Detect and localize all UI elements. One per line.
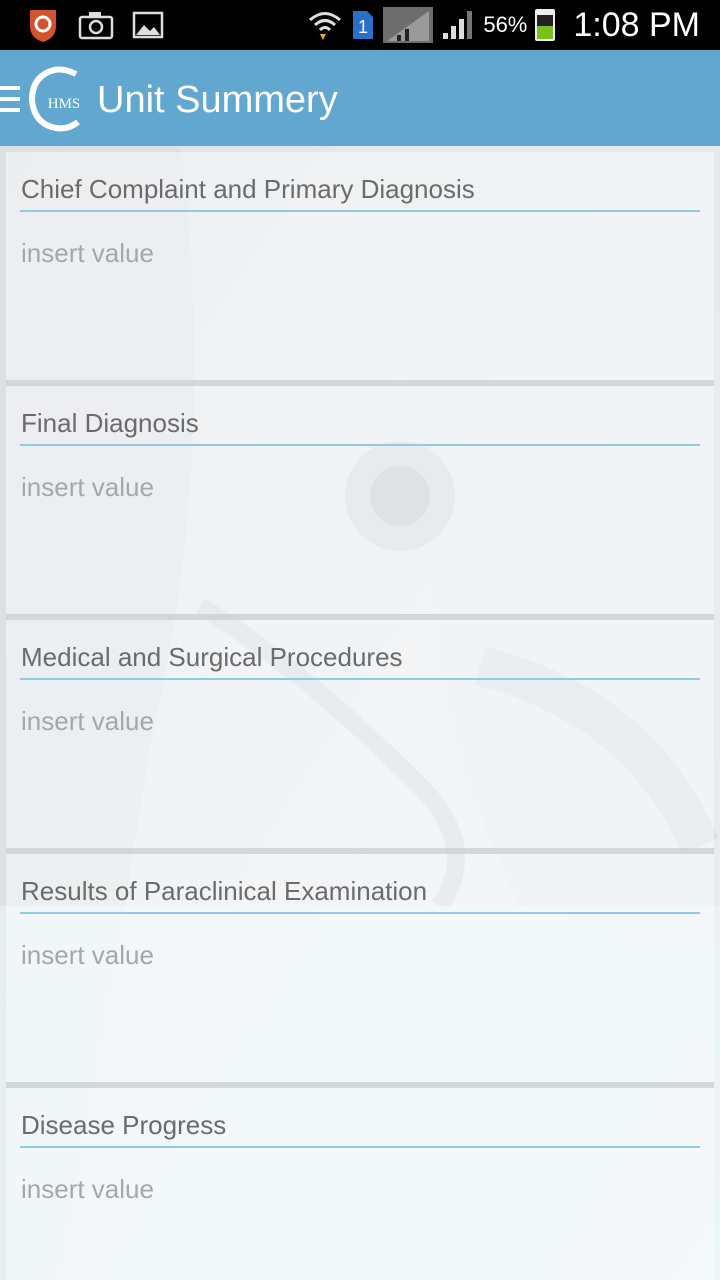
section-divider bbox=[20, 678, 700, 680]
app-logo-text: HMS bbox=[48, 96, 81, 112]
status-bar-left-icons bbox=[26, 6, 164, 44]
battery-percent: 56% bbox=[483, 12, 528, 37]
shield-app-icon bbox=[30, 10, 56, 42]
signal-icon bbox=[443, 11, 473, 39]
section-divider bbox=[20, 1146, 700, 1148]
battery-icon bbox=[535, 9, 556, 41]
camera-icon bbox=[78, 12, 114, 40]
section-divider bbox=[20, 210, 700, 212]
sim-1-icon: 1 bbox=[353, 11, 374, 39]
clock: 1:08 PM bbox=[573, 5, 700, 44]
section-card: Final Diagnosis insert value bbox=[6, 386, 714, 620]
page-title: Unit Summery bbox=[97, 79, 338, 121]
section-label: Medical and Surgical Procedures bbox=[21, 642, 403, 672]
section-divider bbox=[20, 912, 700, 914]
svg-text:1: 1 bbox=[358, 17, 368, 37]
section-input[interactable]: insert value bbox=[21, 940, 154, 971]
wifi-icon bbox=[309, 12, 342, 40]
status-bar-right-icons: 1 56% 1:08 PM bbox=[307, 4, 700, 46]
section-card: Disease Progress insert value bbox=[6, 1088, 714, 1280]
section-card: Medical and Surgical Procedures insert v… bbox=[6, 620, 714, 854]
image-icon bbox=[132, 11, 164, 39]
section-input[interactable]: insert value bbox=[21, 1174, 154, 1205]
menu-icon[interactable] bbox=[0, 86, 20, 112]
content-area: Chief Complaint and Primary Diagnosis in… bbox=[0, 146, 720, 1280]
app-logo[interactable]: HMS bbox=[24, 64, 92, 132]
section-input[interactable]: insert value bbox=[21, 706, 154, 737]
battery-level bbox=[537, 25, 554, 39]
status-bar: 1 56% 1:08 PM bbox=[0, 0, 720, 50]
section-card: Results of Paraclinical Examination inse… bbox=[6, 854, 714, 1088]
section-card: Chief Complaint and Primary Diagnosis in… bbox=[6, 152, 714, 386]
section-input[interactable]: insert value bbox=[21, 472, 154, 503]
section-label: Results of Paraclinical Examination bbox=[21, 876, 428, 906]
section-label: Final Diagnosis bbox=[21, 408, 199, 438]
section-divider bbox=[20, 444, 700, 446]
app-bar: HMS Unit Summery bbox=[0, 50, 720, 146]
section-input[interactable]: insert value bbox=[21, 238, 154, 269]
section-label: Chief Complaint and Primary Diagnosis bbox=[21, 174, 475, 204]
section-label: Disease Progress bbox=[21, 1110, 227, 1140]
signal-icon bbox=[383, 7, 434, 43]
